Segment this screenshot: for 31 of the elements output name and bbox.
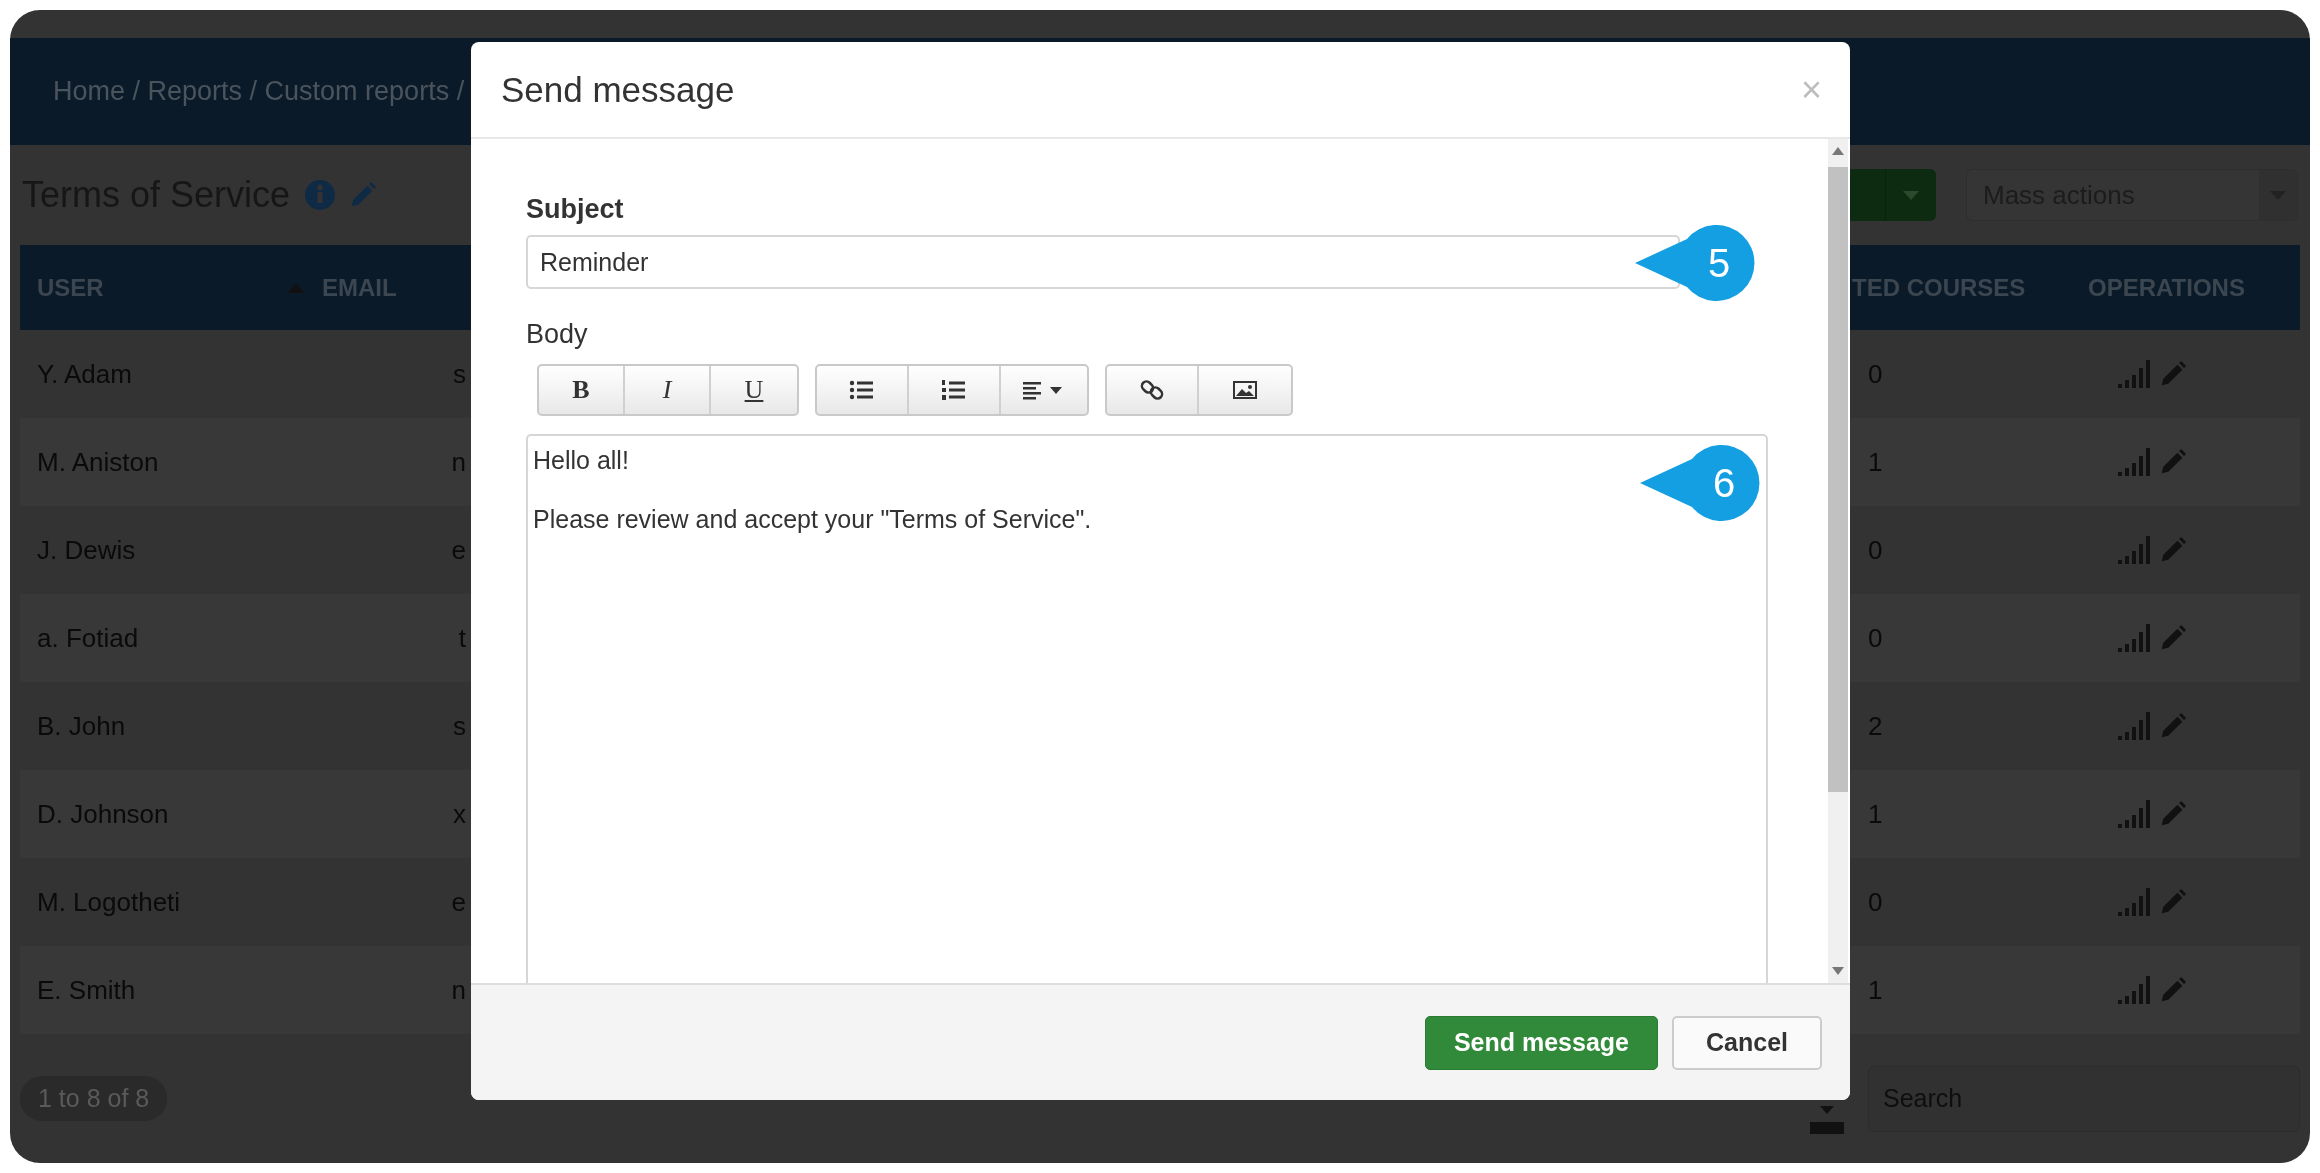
underline-button[interactable]: U (711, 366, 797, 414)
image-icon (1232, 379, 1258, 401)
step-callout: 5 (1635, 225, 1757, 301)
signal-bars-icon[interactable] (2118, 447, 2152, 477)
bold-button[interactable]: B (539, 366, 625, 414)
scrollbar[interactable] (1828, 139, 1848, 983)
dialog-title: Send message (501, 69, 736, 110)
signal-bars-icon[interactable] (2118, 623, 2152, 653)
signal-bars-icon[interactable] (2118, 711, 2152, 741)
step-callout: 6 (1640, 445, 1762, 521)
signal-bars-icon[interactable] (2118, 799, 2152, 829)
caret-icon (1903, 190, 1919, 200)
signal-bars-icon[interactable] (2118, 887, 2152, 917)
scroll-down-icon[interactable] (1832, 967, 1844, 975)
subject-field[interactable]: Reminder (526, 235, 1680, 289)
download-icon[interactable] (1810, 1103, 1844, 1134)
signal-bars-icon[interactable] (2118, 975, 2152, 1005)
body-label: Body (526, 319, 589, 350)
info-icon[interactable] (304, 179, 337, 211)
signal-bars-icon[interactable] (2118, 359, 2152, 389)
signal-bars-icon[interactable] (2118, 535, 2152, 565)
send-message-button[interactable]: Send message (1424, 1015, 1658, 1070)
subject-label: Subject (526, 194, 625, 225)
italic-button[interactable]: I (625, 366, 711, 414)
numbered-list-icon (941, 379, 967, 401)
scroll-up-icon[interactable] (1832, 147, 1844, 155)
sort-ascending-icon[interactable] (288, 282, 304, 293)
breadcrumb[interactable]: Home / Reports / Custom reports / (53, 76, 465, 107)
cancel-button[interactable]: Cancel (1672, 1015, 1822, 1070)
link-icon (1139, 379, 1165, 401)
bullet-list-icon (849, 379, 875, 401)
